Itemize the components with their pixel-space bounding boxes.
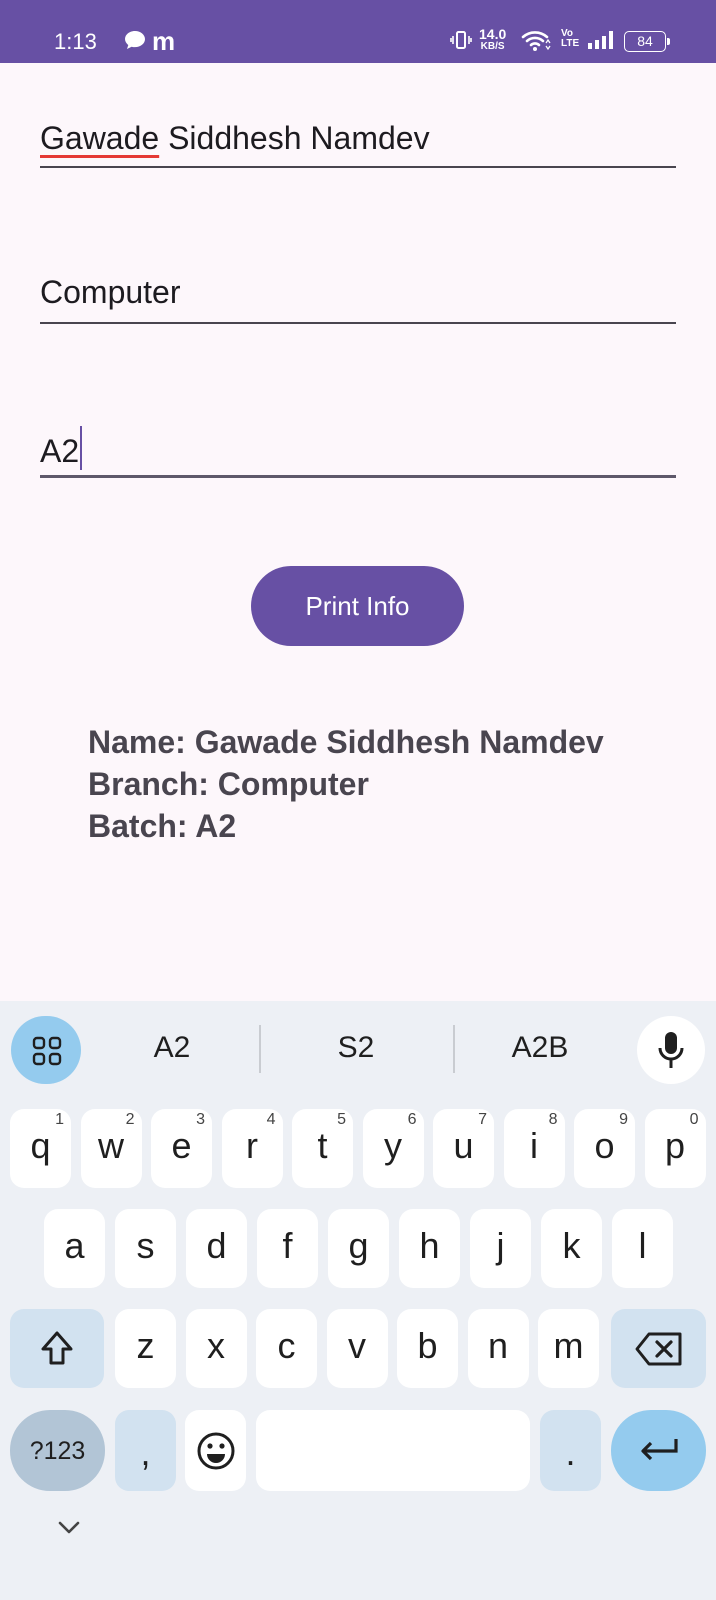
chat-notification-icon: [124, 30, 146, 55]
key-d[interactable]: d: [186, 1209, 247, 1288]
key-v[interactable]: v: [326, 1309, 388, 1388]
key-o[interactable]: o9: [574, 1109, 635, 1188]
name-input[interactable]: Gawade Siddhesh Namdev: [40, 120, 676, 168]
suggestion-divider: [453, 1025, 455, 1073]
shift-key[interactable]: [10, 1309, 104, 1388]
result-name: Name: Gawade Siddhesh Namdev: [88, 724, 604, 760]
suggestion-1[interactable]: A2: [112, 1031, 232, 1065]
network-speed: 14.0 KB/S: [479, 26, 507, 52]
print-info-button[interactable]: Print Info: [251, 566, 464, 646]
key-m[interactable]: m: [538, 1309, 599, 1388]
branch-input-value: Computer: [40, 274, 181, 310]
key-k[interactable]: k: [541, 1209, 602, 1288]
suggestion-3[interactable]: A2B: [480, 1031, 600, 1065]
status-bar: 1:13 m 14.0 KB/S Vo LTE 84: [0, 0, 716, 63]
suggestion-2[interactable]: S2: [296, 1031, 416, 1065]
key-i[interactable]: i8: [503, 1109, 565, 1188]
volte-icon: Vo LTE: [561, 28, 580, 49]
batch-input-value: A2: [40, 433, 80, 469]
app-notification-icon: m: [152, 26, 176, 56]
key-h[interactable]: h: [399, 1209, 460, 1288]
key-q[interactable]: q1: [10, 1109, 71, 1188]
key-w[interactable]: w2: [80, 1109, 142, 1188]
microphone-icon: [658, 1032, 684, 1068]
key-y[interactable]: y6: [362, 1109, 424, 1188]
status-time: 1:13: [54, 29, 97, 54]
key-z[interactable]: z: [115, 1309, 176, 1388]
shift-icon: [41, 1331, 73, 1365]
grid-icon: [32, 1036, 62, 1066]
text-cursor: [80, 426, 83, 470]
result-text: Name: Gawade Siddhesh Namdev Branch: Com…: [88, 721, 604, 847]
vibrate-icon: [450, 30, 472, 55]
batch-input[interactable]: A2: [40, 426, 676, 478]
signal-icon: [587, 30, 615, 55]
symbols-key[interactable]: ?123: [10, 1410, 105, 1491]
key-r[interactable]: r4: [221, 1109, 283, 1188]
backspace-icon: [635, 1332, 682, 1366]
result-batch: Batch: A2: [88, 808, 237, 844]
emoji-key[interactable]: [185, 1410, 246, 1491]
wifi-icon: [521, 30, 551, 57]
emoji-icon: [197, 1432, 235, 1470]
key-f[interactable]: f: [257, 1209, 318, 1288]
result-branch: Branch: Computer: [88, 766, 369, 802]
period-key[interactable]: .: [540, 1410, 601, 1491]
key-j[interactable]: j: [470, 1209, 531, 1288]
keyboard-menu-button[interactable]: [11, 1016, 81, 1084]
key-n[interactable]: n: [467, 1309, 529, 1388]
comma-key[interactable]: ,: [115, 1410, 176, 1491]
branch-input[interactable]: Computer: [40, 274, 676, 324]
backspace-key[interactable]: [611, 1309, 706, 1388]
key-x[interactable]: x: [185, 1309, 247, 1388]
hide-keyboard-chevron-down-icon[interactable]: [58, 1521, 80, 1540]
key-b[interactable]: b: [397, 1309, 458, 1388]
enter-key[interactable]: [611, 1410, 706, 1491]
voice-input-button[interactable]: [637, 1016, 705, 1084]
key-c[interactable]: c: [256, 1309, 317, 1388]
enter-icon: [641, 1439, 678, 1461]
name-input-value-misspelled: Gawade: [40, 120, 160, 156]
key-e[interactable]: e3: [151, 1109, 212, 1188]
key-s[interactable]: s: [115, 1209, 176, 1288]
key-t[interactable]: t5: [292, 1109, 353, 1188]
key-g[interactable]: g: [328, 1209, 389, 1288]
battery-icon: 84: [624, 31, 670, 52]
name-input-value: Siddhesh Namdev: [159, 120, 430, 156]
soft-keyboard: A2 S2 A2B q1w2e3r4t5y6u7i8o9p0 asdfghjkl…: [0, 1001, 716, 1600]
key-p[interactable]: p0: [644, 1109, 706, 1188]
key-a[interactable]: a: [44, 1209, 105, 1288]
space-key[interactable]: [256, 1410, 530, 1491]
key-l[interactable]: l: [612, 1209, 673, 1288]
suggestion-divider: [259, 1025, 261, 1073]
key-u[interactable]: u7: [433, 1109, 494, 1188]
